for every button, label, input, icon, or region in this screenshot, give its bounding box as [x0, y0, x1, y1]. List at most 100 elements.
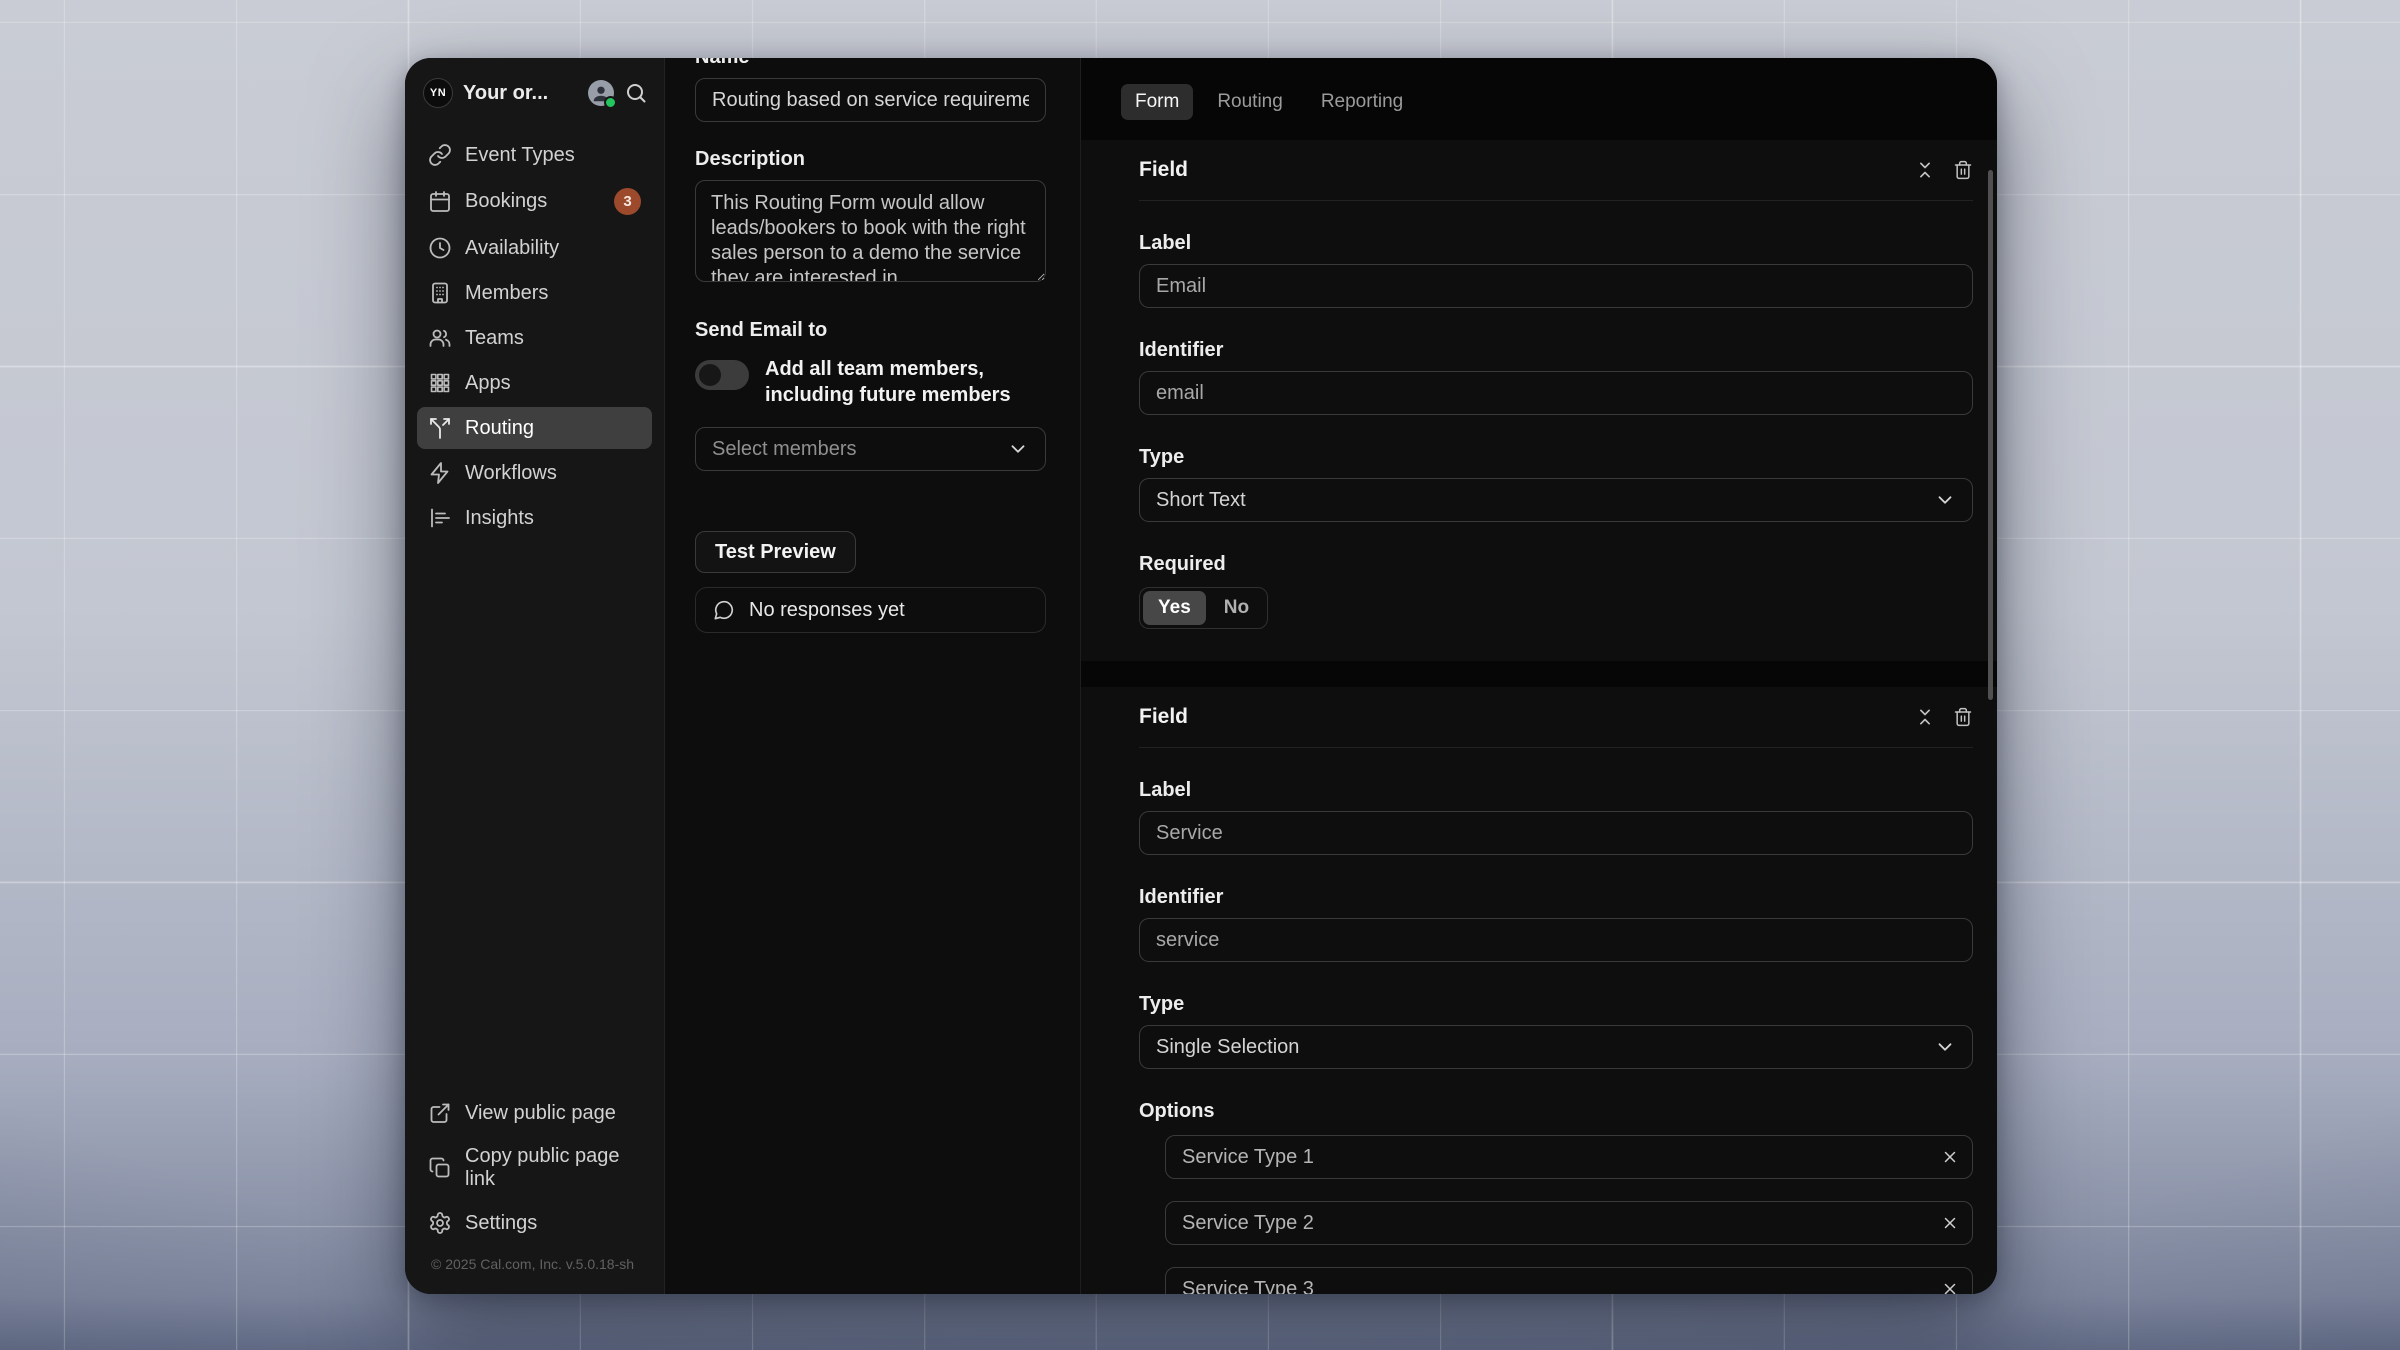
sidebar-item-label: Routing	[465, 417, 534, 440]
field-type-value: Single Selection	[1156, 1036, 1934, 1059]
delete-field-icon[interactable]	[1953, 160, 1973, 180]
building-icon	[428, 281, 452, 305]
delete-field-icon[interactable]	[1953, 707, 1973, 727]
add-all-members-label: Add all team members, including future m…	[765, 356, 1046, 408]
split-icon	[428, 416, 452, 440]
field-card-actions	[1915, 160, 1973, 180]
sidebar-item-label: Availability	[465, 237, 559, 260]
user-avatar[interactable]	[588, 80, 614, 106]
message-circle-icon	[713, 599, 735, 621]
remove-option-icon[interactable]	[1941, 1148, 1959, 1166]
form-description-textarea[interactable]: This Routing Form would allow leads/book…	[695, 180, 1046, 282]
select-members-dropdown[interactable]: Select members	[695, 427, 1046, 471]
copy-icon	[428, 1156, 452, 1180]
identifier-label: Identifier	[1139, 886, 1973, 909]
field-card-actions	[1915, 707, 1973, 727]
copy-public-page-link[interactable]: Copy public page link	[417, 1136, 652, 1200]
gear-icon	[428, 1211, 452, 1235]
collapse-field-icon[interactable]	[1915, 707, 1935, 727]
copyright-text: © 2025 Cal.com, Inc. v.5.0.18-sh	[417, 1246, 652, 1288]
calendar-icon	[428, 190, 452, 214]
field-card-title: Field	[1139, 158, 1188, 182]
sidebar-item-label: Bookings	[465, 190, 547, 213]
form-builder-panel: Form Routing Reporting Field Label	[1081, 58, 1997, 1294]
chevron-down-icon	[1934, 1036, 1956, 1058]
settings-link[interactable]: Settings	[417, 1202, 652, 1244]
required-segmented-control: Yes No	[1139, 587, 1268, 629]
field-card-email: Field Label Identifier Type	[1081, 140, 1997, 661]
options-list	[1165, 1135, 1973, 1294]
option-input[interactable]	[1165, 1135, 1973, 1179]
remove-option-icon[interactable]	[1941, 1214, 1959, 1232]
field-type-dropdown[interactable]: Single Selection	[1139, 1025, 1973, 1069]
option-row	[1165, 1135, 1973, 1179]
sidebar-item-label: Apps	[465, 372, 511, 395]
sidebar-item-label: Teams	[465, 327, 524, 350]
field-card-header: Field	[1139, 158, 1973, 182]
send-email-to-label: Send Email to	[695, 319, 1046, 342]
view-public-page-link[interactable]: View public page	[417, 1092, 652, 1134]
field-type-dropdown[interactable]: Short Text	[1139, 478, 1973, 522]
field-card-service: Field Label Identifier Type	[1081, 687, 1997, 1294]
sidebar-item-bookings[interactable]: Bookings 3	[417, 179, 652, 224]
form-settings-panel: Name Description This Routing Form would…	[665, 58, 1081, 1294]
sidebar-item-availability[interactable]: Availability	[417, 227, 652, 269]
divider	[1139, 200, 1973, 201]
required-no-option[interactable]: No	[1209, 591, 1264, 625]
add-all-members-row: Add all team members, including future m…	[695, 356, 1046, 408]
sidebar-item-workflows[interactable]: Workflows	[417, 452, 652, 494]
org-name[interactable]: Your or...	[463, 82, 578, 105]
zap-icon	[428, 461, 452, 485]
field-identifier-input[interactable]	[1139, 371, 1973, 415]
bookings-count-badge: 3	[614, 188, 641, 215]
name-label: Name	[695, 58, 1046, 69]
sidebar-nav: Event Types Bookings 3 Availability Memb…	[405, 120, 664, 539]
sidebar-item-routing[interactable]: Routing	[417, 407, 652, 449]
remove-option-icon[interactable]	[1941, 1280, 1959, 1294]
option-row	[1165, 1201, 1973, 1245]
option-input[interactable]	[1165, 1267, 1973, 1294]
add-all-members-toggle[interactable]	[695, 360, 749, 390]
tab-form[interactable]: Form	[1121, 84, 1193, 120]
footer-item-label: Settings	[465, 1212, 537, 1235]
builder-tabbar: Form Routing Reporting	[1081, 58, 1997, 140]
sidebar-header: YN Your or...	[405, 58, 664, 120]
option-row	[1165, 1267, 1973, 1294]
field-label-input[interactable]	[1139, 811, 1973, 855]
type-label: Type	[1139, 446, 1973, 469]
tab-routing[interactable]: Routing	[1203, 84, 1297, 120]
clock-icon	[428, 236, 452, 260]
options-label: Options	[1139, 1100, 1973, 1123]
required-label: Required	[1139, 553, 1973, 576]
footer-item-label: Copy public page link	[465, 1145, 641, 1191]
sidebar-footer: View public page Copy public page link S…	[405, 1082, 664, 1294]
required-yes-option[interactable]: Yes	[1143, 591, 1206, 625]
toggle-knob	[699, 364, 721, 386]
option-input[interactable]	[1165, 1201, 1973, 1245]
tab-reporting[interactable]: Reporting	[1307, 84, 1417, 120]
sidebar-item-teams[interactable]: Teams	[417, 317, 652, 359]
footer-item-label: View public page	[465, 1102, 616, 1125]
app-window: YN Your or... Event Types	[405, 58, 1997, 1294]
responses-empty-text: No responses yet	[749, 599, 905, 622]
org-avatar[interactable]: YN	[423, 78, 453, 108]
field-label-input[interactable]	[1139, 264, 1973, 308]
link-icon	[428, 143, 452, 167]
form-name-input[interactable]	[695, 78, 1046, 122]
search-icon[interactable]	[624, 81, 648, 105]
test-preview-button[interactable]: Test Preview	[695, 531, 856, 573]
field-identifier-input[interactable]	[1139, 918, 1973, 962]
users-icon	[428, 326, 452, 350]
sidebar-item-apps[interactable]: Apps	[417, 362, 652, 404]
chevron-down-icon	[1007, 438, 1029, 460]
scrollbar-thumb[interactable]	[1988, 170, 1993, 700]
collapse-field-icon[interactable]	[1915, 160, 1935, 180]
select-members-placeholder: Select members	[712, 438, 1007, 461]
sidebar-item-members[interactable]: Members	[417, 272, 652, 314]
field-card-header: Field	[1139, 705, 1973, 729]
sidebar-item-insights[interactable]: Insights	[417, 497, 652, 539]
description-label: Description	[695, 148, 1046, 171]
divider	[1139, 747, 1973, 748]
sidebar-item-event-types[interactable]: Event Types	[417, 134, 652, 176]
sidebar-item-label: Insights	[465, 507, 534, 530]
